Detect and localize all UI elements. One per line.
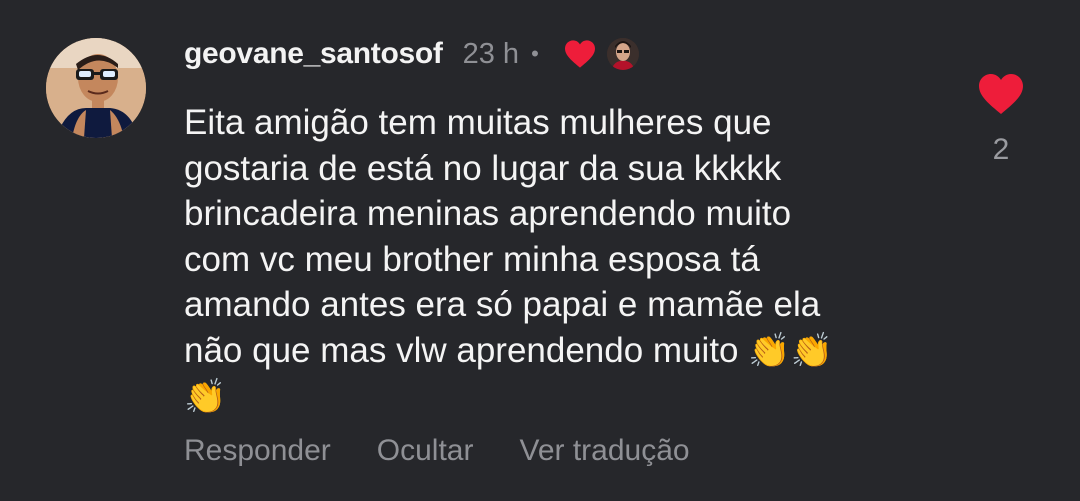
comment-line: amando antes era só papai e mamãe ela <box>184 285 821 325</box>
comment-line: brincadeira meninas aprendendo muito <box>184 194 792 234</box>
clapping-hands-icon: 👏 <box>748 331 791 370</box>
comment-line: não que mas vlw aprendendo muito <box>184 330 739 370</box>
hide-button[interactable]: Ocultar <box>377 434 474 468</box>
timestamp: 23 h <box>462 37 520 70</box>
heart-icon <box>564 40 595 68</box>
comment-line: gostaria de está no lugar da sua kkkkk <box>184 148 782 188</box>
clapping-hands-icon: 👏 <box>184 377 227 416</box>
reply-button[interactable]: Responder <box>184 434 331 468</box>
like-heart-icon[interactable] <box>976 72 1026 116</box>
like-count[interactable]: 2 <box>975 133 1027 167</box>
author-liked-badge <box>563 38 639 70</box>
like-column: 2 <box>975 72 1027 167</box>
username-link[interactable]: geovane_santosof <box>184 37 443 71</box>
post-author-avatar <box>606 38 639 70</box>
separator-dot: • <box>531 41 539 66</box>
see-translation-button[interactable]: Ver tradução <box>519 434 689 468</box>
comment-header: geovane_santosof 23 h • <box>184 30 639 78</box>
clapping-hands-icon: 👏 <box>790 331 833 370</box>
user-avatar[interactable] <box>46 38 146 138</box>
comment-text: Eita amigão tem muitas mulheres que gost… <box>184 100 904 419</box>
comment-line: com vc meu brother minha esposa tá <box>184 239 760 279</box>
comment-actions: Responder Ocultar Ver tradução <box>184 434 736 468</box>
comment-item: geovane_santosof 23 h • Eita amigão tem … <box>0 0 1080 501</box>
comment-line: Eita amigão tem muitas mulheres que <box>184 103 772 142</box>
